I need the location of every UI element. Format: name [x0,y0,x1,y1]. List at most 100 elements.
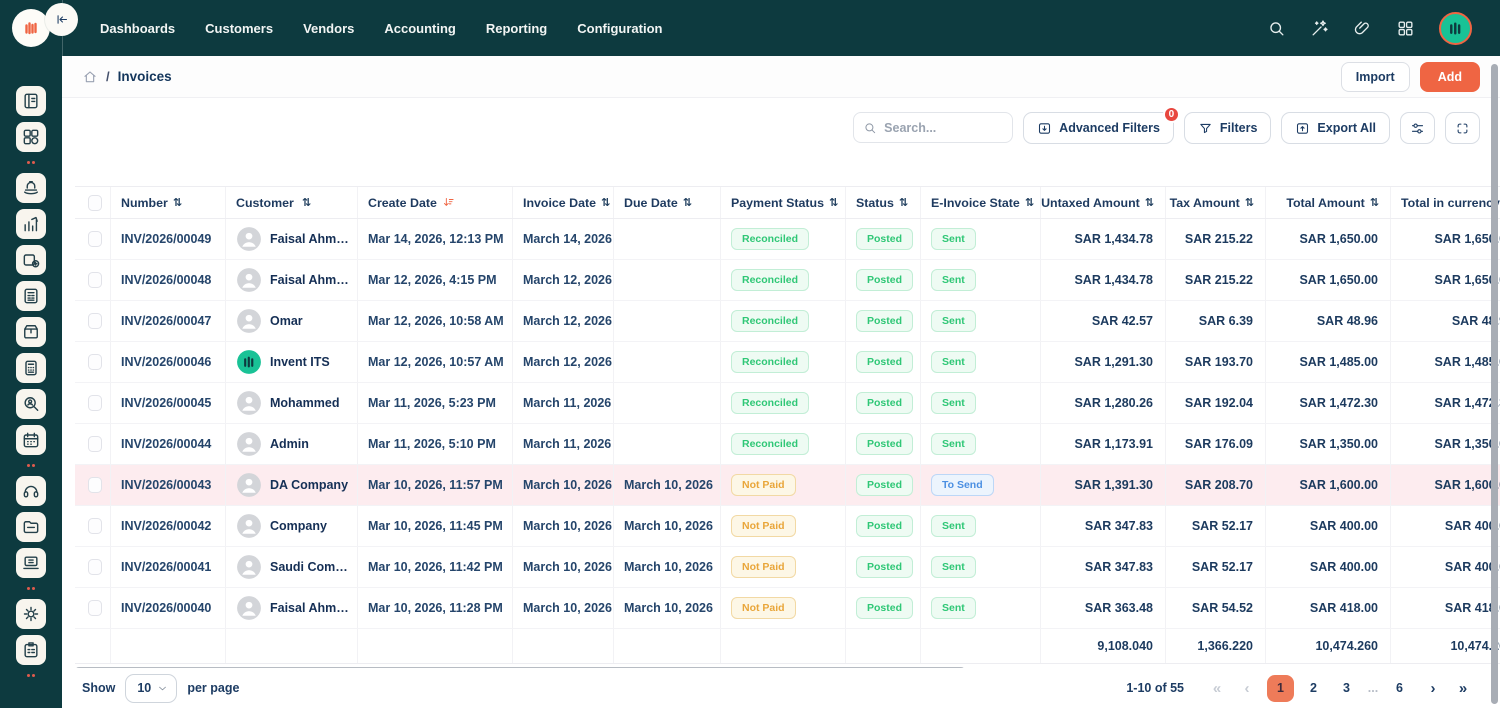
add-button[interactable]: Add [1420,62,1480,92]
fullscreen-button[interactable] [1445,112,1480,144]
row-checkbox[interactable] [88,518,102,534]
first-page-button[interactable]: « [1204,675,1230,701]
filters-button[interactable]: Filters [1184,112,1272,144]
prev-page-button[interactable]: ‹ [1234,675,1260,701]
payments-icon[interactable] [16,353,46,383]
nav-menu-item[interactable]: Configuration [577,21,662,36]
col-header-total-amount[interactable]: Total Amount⇅ [1265,187,1390,218]
nav-menu-item[interactable]: Vendors [303,21,354,36]
nav-menu-item[interactable]: Reporting [486,21,547,36]
page-button[interactable]: 3 [1333,675,1360,702]
sort-icon[interactable]: ⇅ [302,196,310,209]
row-checkbox[interactable] [88,354,102,370]
sort-desc-active-icon[interactable] [442,196,455,209]
tasks-icon[interactable] [16,635,46,665]
nav-menu-item[interactable]: Accounting [384,21,456,36]
col-header-status[interactable]: Status⇅ [845,187,920,218]
table-row[interactable]: INV/2026/00044 Admin Mar 11, 2026, 5:10 … [75,424,1500,465]
row-checkbox[interactable] [88,600,102,616]
page-button[interactable]: 1 [1267,675,1294,702]
col-header-einvoice-state[interactable]: E-Invoice State⇅ [920,187,1040,218]
nav-menu-item[interactable]: Dashboards [100,21,175,36]
nav-menu-item[interactable]: Customers [205,21,273,36]
col-header-tax-amount[interactable]: Tax Amount⇅ [1165,187,1265,218]
col-header-number[interactable]: Number⇅ [110,187,225,218]
service-icon[interactable] [16,173,46,203]
table-row[interactable]: INV/2026/00049 Faisal Ahmed Mar 14, 2026… [75,219,1500,260]
sort-icon[interactable]: ⇅ [829,196,837,209]
view-settings-button[interactable] [1400,112,1435,144]
sort-icon[interactable]: ⇅ [1245,196,1253,209]
row-checkbox[interactable] [88,231,102,247]
untaxed-amount-cell: SAR 363.48 [1040,588,1165,628]
page-button[interactable]: ... [1366,675,1380,702]
table-row[interactable]: INV/2026/00045 Mohammed Mar 11, 2026, 5:… [75,383,1500,424]
sidebar-collapse-button[interactable] [45,3,78,36]
magic-wand-icon[interactable] [1310,19,1329,38]
sort-icon[interactable]: ⇅ [173,196,181,209]
sort-icon[interactable]: ⇅ [899,196,907,209]
row-checkbox[interactable] [88,559,102,575]
per-page-select[interactable]: 10 [125,674,177,703]
page-button[interactable]: 6 [1386,675,1413,702]
row-checkbox[interactable] [88,272,102,288]
documents-icon[interactable] [16,512,46,542]
settings-icon[interactable] [16,599,46,629]
dashboard-icon[interactable] [16,122,46,152]
results-range: 1-10 of 55 [1126,681,1184,695]
box-add-icon[interactable] [16,245,46,275]
table-row[interactable]: INV/2026/00042 Company Mar 10, 2026, 11:… [75,506,1500,547]
table-row[interactable]: INV/2026/00047 Omar Mar 12, 2026, 10:58 … [75,301,1500,342]
row-checkbox[interactable] [88,395,102,411]
col-header-create-date[interactable]: Create Date [357,187,512,218]
invoice-date-cell: March 12, 2026 [512,301,613,341]
sort-icon[interactable]: ⇅ [1025,196,1033,209]
due-date-cell: March 10, 2026 [613,506,720,546]
user-avatar[interactable] [1439,12,1472,45]
row-checkbox[interactable] [88,313,102,329]
home-icon[interactable] [82,69,98,85]
billing-icon[interactable] [16,281,46,311]
search-input[interactable] [884,121,1003,135]
col-header-due-date[interactable]: Due Date⇅ [613,187,720,218]
support-icon[interactable] [16,476,46,506]
col-header-invoice-date[interactable]: Invoice Date⇅ [512,187,613,218]
apps-grid-icon[interactable] [1396,19,1415,38]
col-header-customer[interactable]: Customer⇅ [225,187,357,218]
elearning-icon[interactable] [16,548,46,578]
main-content: / Invoices Import Add Advanced Filters 0… [62,56,1500,708]
sort-icon[interactable]: ⇅ [683,196,691,209]
col-header-payment-status[interactable]: Payment Status⇅ [720,187,845,218]
app-logo[interactable] [12,9,50,47]
import-button[interactable]: Import [1341,62,1410,92]
advanced-filters-button[interactable]: Advanced Filters 0 [1023,112,1174,144]
table-row[interactable]: INV/2026/00041 Saudi Company Mar 10, 202… [75,547,1500,588]
audit-icon[interactable] [16,389,46,419]
schedule-icon[interactable] [16,425,46,455]
vertical-scrollbar[interactable] [1491,64,1498,704]
export-all-button[interactable]: Export All [1281,112,1390,144]
total-in-currency-cell: SAR 1,485.00 [1390,342,1500,382]
col-header-total-in-currency[interactable]: Total in currency⇅ [1390,187,1500,218]
select-all-checkbox[interactable] [88,195,102,211]
journal-icon[interactable] [16,86,46,116]
sort-icon[interactable]: ⇅ [1145,196,1153,209]
inventory-icon[interactable] [16,317,46,347]
sort-icon[interactable]: ⇅ [1370,196,1378,209]
sort-icon[interactable]: ⇅ [601,196,609,209]
page-button[interactable]: 2 [1300,675,1327,702]
last-page-button[interactable]: » [1450,675,1476,701]
row-checkbox[interactable] [88,436,102,452]
col-header-untaxed-amount[interactable]: Untaxed Amount⇅ [1040,187,1165,218]
analytics-icon[interactable] [16,209,46,239]
search-icon[interactable] [1267,19,1286,38]
payment-status-badge: Not Paid [731,515,796,537]
next-page-button[interactable]: › [1420,675,1446,701]
total-amount-cell: SAR 1,600.00 [1265,465,1390,505]
attachment-icon[interactable] [1353,19,1372,38]
table-row[interactable]: INV/2026/00048 Faisal Ahmed Mar 12, 2026… [75,260,1500,301]
row-checkbox[interactable] [88,477,102,493]
table-row[interactable]: INV/2026/00040 Faisal Ahmed Mar 10, 2026… [75,588,1500,629]
table-row[interactable]: INV/2026/00046 Invent ITS Mar 12, 2026, … [75,342,1500,383]
table-row[interactable]: INV/2026/00043 DA Company Mar 10, 2026, … [75,465,1500,506]
